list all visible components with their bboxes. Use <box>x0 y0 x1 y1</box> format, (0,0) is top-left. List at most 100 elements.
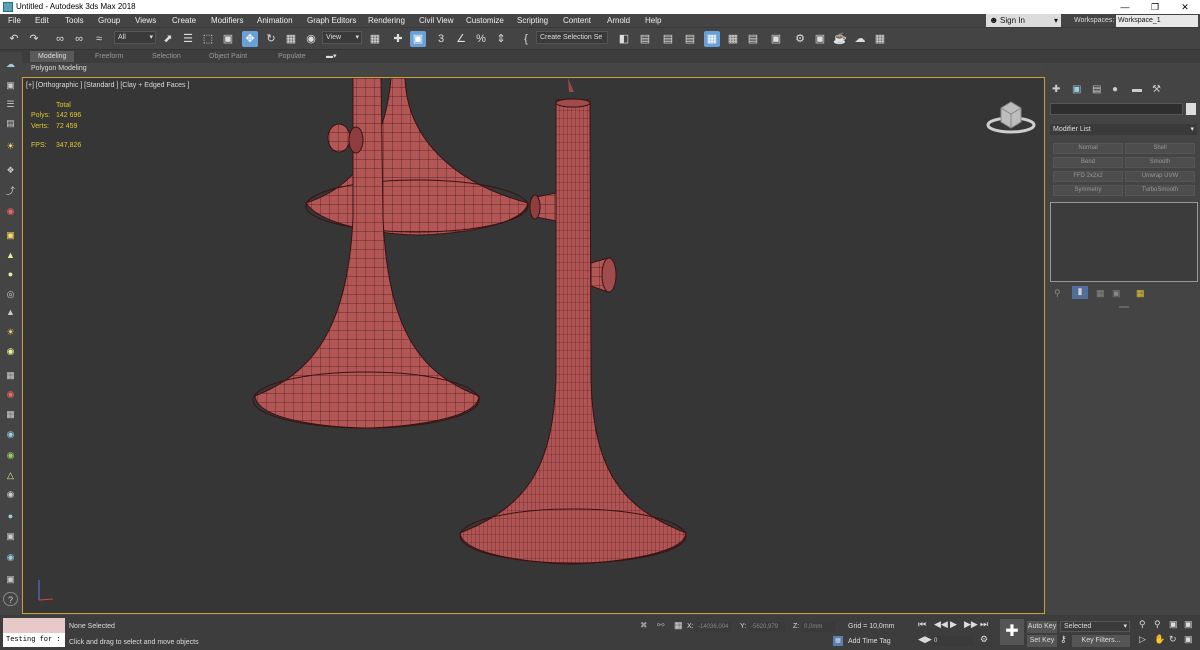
configure-sets-icon[interactable]: ▦ <box>1136 288 1145 299</box>
spacewarp-icon[interactable]: ⤴ <box>3 184 18 198</box>
zoom-all-icon[interactable]: ⚲ <box>1154 619 1161 630</box>
render-cloud-icon[interactable]: ☁ <box>852 31 868 47</box>
reference-coordinate-dropdown[interactable]: View ▾ <box>322 31 362 44</box>
create-tab-icon[interactable]: ✚ <box>1052 84 1060 95</box>
scale-icon[interactable]: ▦ <box>283 31 299 47</box>
modifier-button[interactable]: Unwrap UVW <box>1125 171 1195 182</box>
select-object-icon[interactable]: ⬈ <box>160 31 176 47</box>
systems-icon[interactable]: ◉ <box>3 204 18 218</box>
x-coord-field[interactable]: -14036,004 <box>696 622 732 632</box>
material-editor-icon[interactable]: ▣ <box>768 31 784 47</box>
layer-explorer-icon[interactable]: ▤ <box>682 31 698 47</box>
tab-object-paint[interactable]: Object Paint <box>209 51 247 62</box>
modifier-list-dropdown[interactable]: Modifier List ▾ <box>1050 124 1197 135</box>
globe-icon[interactable]: ◉ <box>3 427 18 441</box>
modifier-button[interactable]: FFD 2x2x2 <box>1053 171 1123 182</box>
ribbon-options-icon[interactable]: ▬▾ <box>326 51 337 62</box>
maximize-viewport-icon[interactable]: ▣ <box>1184 634 1193 645</box>
window-crossing-icon[interactable]: ▣ <box>220 31 236 47</box>
grid-icon[interactable]: ▦ <box>3 368 18 382</box>
key-filters-button[interactable]: Key Filters... <box>1072 635 1130 647</box>
tab-selection[interactable]: Selection <box>152 51 181 62</box>
pivot-center-icon[interactable]: ▦ <box>367 31 383 47</box>
object-name-field[interactable] <box>1050 103 1183 115</box>
orbit-icon[interactable]: ↻ <box>1169 634 1177 645</box>
menu-civil-view[interactable]: Civil View <box>419 16 454 25</box>
previous-frame-icon[interactable]: ◀◀ <box>934 619 948 630</box>
shapes-icon[interactable]: ▲ <box>3 248 18 262</box>
help-icon[interactable]: ? <box>3 592 18 606</box>
horn-left[interactable] <box>252 78 480 429</box>
a360-gallery-icon[interactable]: ▦ <box>872 31 888 47</box>
current-frame-field[interactable]: 0 <box>932 636 974 646</box>
light-icon[interactable]: ☀ <box>3 139 18 153</box>
rendered-frame-window-icon[interactable]: ▣ <box>812 31 828 47</box>
go-to-start-icon[interactable]: ⏮ <box>918 619 926 630</box>
scene-explorer-icon[interactable]: ▤ <box>660 31 676 47</box>
placement-icon[interactable]: ◉ <box>303 31 319 47</box>
menu-group[interactable]: Group <box>98 16 120 25</box>
bind-space-warp-icon[interactable]: ≈ <box>91 31 107 47</box>
snaps-toggle-icon[interactable]: 3 <box>433 31 449 47</box>
hierarchy-tab-icon[interactable]: ▤ <box>1092 84 1101 95</box>
go-to-end-icon[interactable]: ⏭ <box>980 619 988 630</box>
select-by-name-icon[interactable]: ☰ <box>180 31 196 47</box>
remove-modifier-icon[interactable]: ▣ <box>1112 288 1121 299</box>
menu-rendering[interactable]: Rendering <box>368 16 405 25</box>
curve-editor-icon[interactable]: ▦ <box>725 31 741 47</box>
viewport[interactable]: [+] [Orthographic ] [Standard ] [Clay + … <box>22 77 1045 614</box>
make-unique-icon[interactable]: ▦ <box>1096 288 1105 299</box>
angle-snap-icon[interactable]: ∠ <box>453 31 469 47</box>
modifier-stack[interactable] <box>1050 202 1198 282</box>
scene-explorer-icon[interactable]: ▣ <box>3 78 18 92</box>
workspace-select[interactable]: Workspace_1 <box>1116 15 1198 27</box>
panel-divider[interactable] <box>1119 306 1129 308</box>
modify-tab-icon[interactable]: ▣ <box>1072 84 1081 95</box>
hair-icon[interactable]: △ <box>3 468 18 482</box>
modifier-button[interactable]: TurboSmooth <box>1125 185 1195 196</box>
named-selection-sets-dropdown[interactable]: Create Selection Se <box>536 31 608 44</box>
show-end-result-icon[interactable]: ▮ <box>1072 286 1088 299</box>
lock-selection-icon[interactable]: ⚯ <box>657 620 665 631</box>
redo-icon[interactable]: ↷ <box>26 31 42 47</box>
modifier-button[interactable]: Normal <box>1053 143 1123 154</box>
zoom-extents-icon[interactable]: ▣ <box>1169 619 1178 630</box>
selection-filter-dropdown[interactable]: All ▾ <box>114 31 156 44</box>
motion-tab-icon[interactable]: ● <box>1112 84 1118 95</box>
toggle-ribbon-icon[interactable]: ▦ <box>704 31 720 47</box>
view-cube[interactable] <box>986 101 1036 134</box>
spinner-snap-icon[interactable]: ⇕ <box>493 31 509 47</box>
sun-icon[interactable]: ☀ <box>3 325 18 339</box>
menu-file[interactable]: File <box>8 16 21 25</box>
display-tab-icon[interactable]: ▬ <box>1132 84 1142 95</box>
key-mode-icon[interactable]: ◀▶ <box>918 634 932 645</box>
set-keys-icon[interactable]: ✚ <box>1000 619 1024 645</box>
key-mode-dropdown[interactable]: Selected ▾ <box>1060 621 1130 632</box>
pin-stack-icon[interactable]: ⚲ <box>1054 288 1061 299</box>
menu-modifiers[interactable]: Modifiers <box>211 16 243 25</box>
xref-icon[interactable]: ▦ <box>3 407 18 421</box>
tab-freeform[interactable]: Freeform <box>95 51 123 62</box>
time-tag-icon[interactable]: ▦ <box>833 636 843 646</box>
menu-edit[interactable]: Edit <box>35 16 49 25</box>
list-icon[interactable]: ☰ <box>3 97 18 111</box>
pin-icon[interactable]: ▣ <box>3 572 18 586</box>
frozen-icon[interactable]: ▣ <box>3 228 18 242</box>
utilities-tab-icon[interactable]: ⚒ <box>1152 84 1161 95</box>
menu-create[interactable]: Create <box>172 16 196 25</box>
render-setup-icon[interactable]: ⚙ <box>792 31 808 47</box>
time-configuration-icon[interactable]: ⚙ <box>980 634 988 645</box>
align-icon[interactable]: ▤ <box>637 31 653 47</box>
biped-icon[interactable]: ◉ <box>3 387 18 401</box>
y-coord-field[interactable]: -5620,979 <box>749 622 785 632</box>
mirror-icon[interactable]: ◧ <box>616 31 632 47</box>
render-production-icon[interactable]: ☕ <box>832 31 848 47</box>
menu-content[interactable]: Content <box>563 16 591 25</box>
undo-icon[interactable]: ↶ <box>6 31 22 47</box>
polygon-modeling-panel[interactable]: Polygon Modeling <box>28 63 1044 75</box>
helper-icon[interactable]: ❖ <box>3 163 18 177</box>
horn-back[interactable] <box>305 78 529 236</box>
maximize-button[interactable]: ❐ <box>1140 0 1170 14</box>
menu-views[interactable]: Views <box>135 16 156 25</box>
sign-in-dropdown[interactable]: ☻ Sign In ▾ <box>986 14 1061 27</box>
